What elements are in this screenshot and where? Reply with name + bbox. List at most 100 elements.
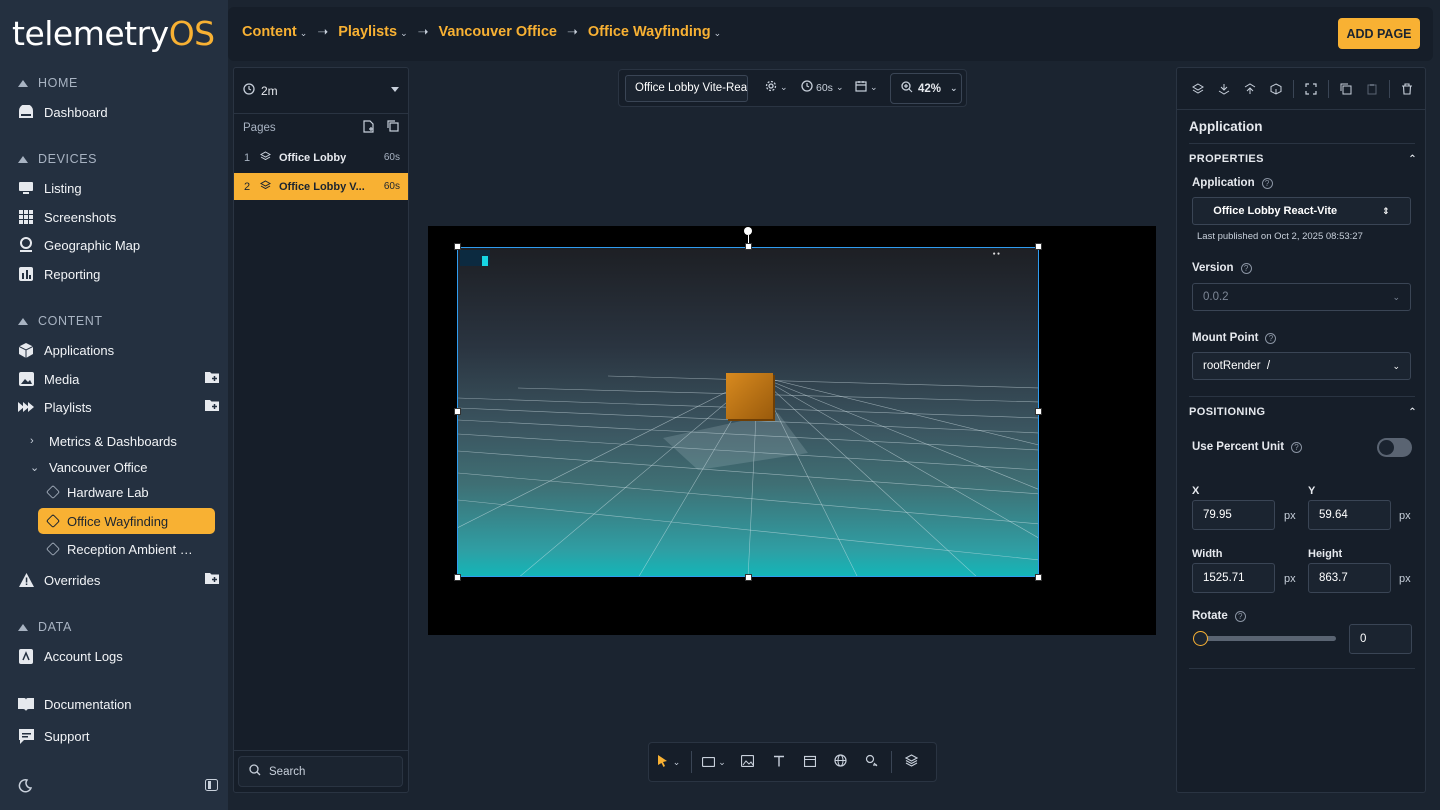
app-tool[interactable] [856,742,887,782]
resize-handle-nw[interactable] [454,243,461,250]
page-row[interactable]: 2 Office Lobby V... 60s [234,173,408,200]
zoom-dropdown[interactable]: 42% ⌄ [890,73,962,104]
updown-icon: ⇕ [1382,205,1390,216]
crumb-content[interactable]: Content ⌄ [242,24,307,40]
nav-label: Screenshots [44,209,117,225]
rotate-handle[interactable] [744,227,752,235]
playlist-duration[interactable]: 2m [243,83,278,98]
properties-section-header[interactable]: PROPERTIES ⌃ [1189,153,1417,165]
settings-dropdown[interactable]: ⌄ [765,80,788,95]
nav-account-logs[interactable]: Account Logs [18,645,123,667]
send-backward-icon[interactable] [1211,79,1237,99]
chevron-down-icon: ⌄ [835,82,844,92]
section-home[interactable]: HOME [18,76,78,90]
divider [1189,143,1415,144]
nav-listing[interactable]: Listing [18,177,82,199]
layers-tool[interactable] [896,742,927,782]
collapse-sidebar-icon[interactable] [205,779,218,796]
chevron-down-icon: ⌄ [672,756,681,767]
nav-support[interactable]: Support [18,725,90,747]
percent-unit-toggle[interactable] [1377,438,1412,457]
help-icon[interactable]: ? [1240,262,1252,274]
crumb-label: Office Wayfinding [587,24,711,40]
resize-handle-s[interactable] [745,574,752,581]
search-input[interactable] [269,765,389,778]
crumb-vancouver[interactable]: Vancouver Office [439,24,557,40]
x-input[interactable] [1192,500,1275,530]
new-page-icon[interactable] [363,120,375,136]
section-content[interactable]: CONTENT [18,314,103,328]
help-icon[interactable]: ? [1261,177,1273,189]
mount-point-select[interactable]: rootRender / ⌄ [1192,352,1411,380]
text-tool[interactable] [763,742,794,782]
add-folder-icon[interactable] [205,399,219,413]
duplicate-icon[interactable] [387,120,399,136]
image-tool[interactable] [732,742,763,782]
help-icon[interactable]: ? [1265,332,1277,344]
section-devices[interactable]: DEVICES [18,152,97,166]
bring-to-front-icon[interactable] [1237,79,1263,99]
collapse-icon [18,79,28,87]
schedule-dropdown[interactable]: ⌄ [855,80,878,95]
tree-hardware-lab[interactable]: Hardware Lab [45,481,149,503]
tree-reception-ambient[interactable]: Reception Ambient … [45,538,193,560]
page-row[interactable]: 1 Office Lobby 60s [234,144,408,171]
section-label: DEVICES [38,152,98,166]
crumb-wayfinding[interactable]: Office Wayfinding ⌄ [588,24,721,40]
resize-handle-ne[interactable] [1035,243,1042,250]
add-folder-icon[interactable] [205,371,219,385]
rotate-input[interactable] [1349,624,1412,654]
brand-logo[interactable]: telemetryOS [12,14,215,53]
page-search [238,756,403,787]
label-text: Version [1192,262,1234,274]
add-page-button[interactable]: ADD PAGE [1338,18,1420,49]
caret-down-icon[interactable] [391,87,399,92]
resize-handle-se[interactable] [1035,574,1042,581]
help-icon[interactable]: ? [1291,441,1303,453]
tree-vancouver-office[interactable]: ⌄ Vancouver Office [30,456,148,478]
nav-reporting[interactable]: Reporting [18,263,100,285]
nav-media[interactable]: Media [18,368,219,390]
select-tool[interactable]: ⌄ [649,742,687,782]
width-input[interactable] [1192,563,1275,593]
nav-applications[interactable]: Applications [18,339,114,361]
rotate-slider[interactable] [1198,636,1336,641]
crumb-playlists[interactable]: Playlists ⌄ [338,24,407,40]
application-preview[interactable]: ● ● [457,247,1039,577]
nav-screenshots[interactable]: Screenshots [18,206,116,228]
duplicate-icon[interactable] [1333,79,1359,99]
properties-panel: Application PROPERTIES ⌃ Application? Off… [1176,67,1426,793]
nav-documentation[interactable]: Documentation [18,693,131,715]
widget-tool[interactable] [794,742,825,782]
add-folder-icon[interactable] [205,572,219,586]
section-data[interactable]: DATA [18,620,72,634]
moon-icon[interactable] [18,779,33,796]
positioning-section-header[interactable]: POSITIONING ⌃ [1189,406,1417,418]
app-name-field[interactable]: Office Lobby Vite-React [625,75,748,102]
nav-dashboard[interactable]: Dashboard [18,101,108,123]
resize-handle-w[interactable] [454,408,461,415]
height-input[interactable] [1308,563,1391,593]
shape-tool[interactable]: ⌄ [696,742,732,782]
tree-metrics-dashboards[interactable]: › Metrics & Dashboards [30,430,177,452]
divider [691,751,692,773]
nav-geographic-map[interactable]: Geographic Map [18,234,140,256]
resize-handle-sw[interactable] [454,574,461,581]
nav-playlists[interactable]: Playlists [18,396,219,418]
top-header: Content ⌄ ➝ Playlists ⌄ ➝ Vancouver Office… [228,7,1433,61]
fullscreen-icon[interactable] [1298,79,1324,99]
duration-dropdown[interactable]: 60s ⌄ [801,80,843,95]
tree-office-wayfinding[interactable]: Office Wayfinding [38,508,215,534]
nav-label: Documentation [44,696,132,712]
y-input[interactable] [1308,500,1391,530]
resize-handle-e[interactable] [1035,408,1042,415]
nav-overrides[interactable]: Overrides [18,569,219,591]
resize-handle-n[interactable] [745,243,752,250]
application-select[interactable]: Office Lobby React-Vite ⇕ [1192,197,1411,225]
web-tool[interactable] [825,742,856,782]
send-to-back-icon[interactable] [1263,79,1289,99]
rotate-slider-handle[interactable] [1193,631,1208,646]
bring-forward-icon[interactable] [1185,79,1211,99]
help-icon[interactable]: ? [1234,610,1246,622]
trash-icon[interactable] [1394,79,1420,99]
